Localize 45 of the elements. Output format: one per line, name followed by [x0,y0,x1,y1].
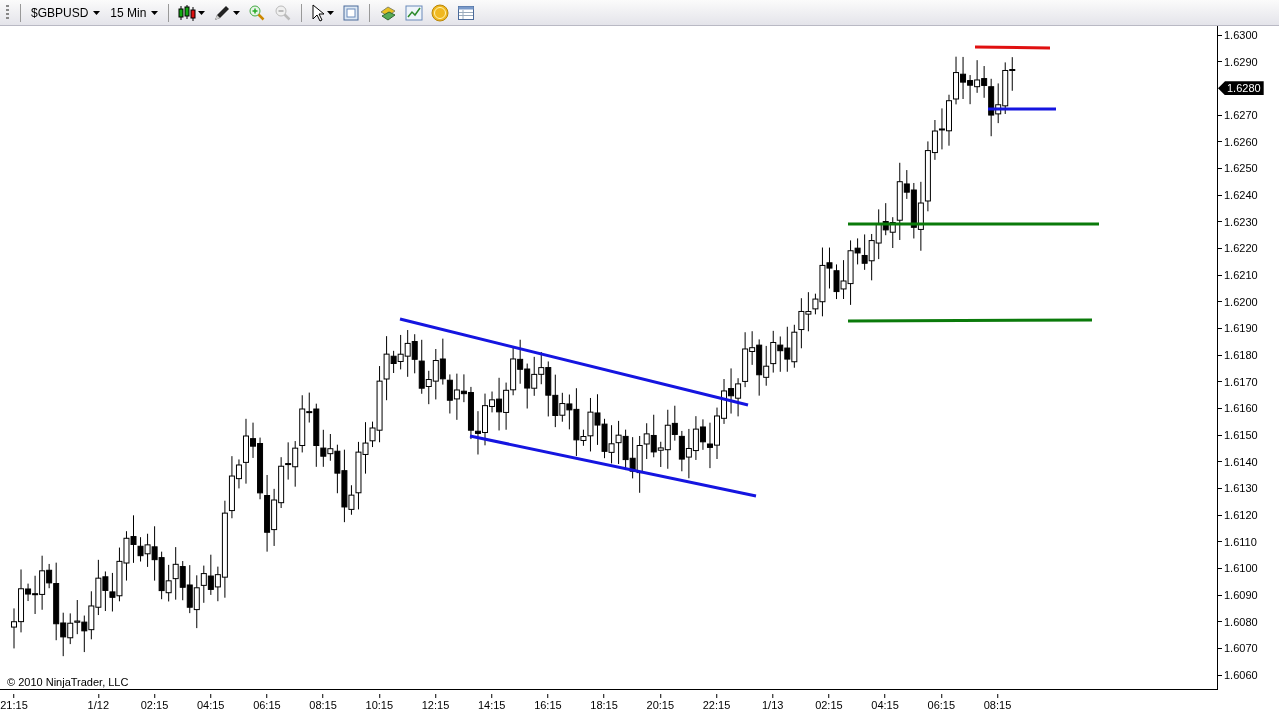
coin-icon [431,3,450,22]
grip-icon [6,4,9,21]
strategy-button[interactable] [429,2,452,23]
zoom-out-icon [274,3,293,22]
time-label: 08:15 [309,694,337,711]
time-label: 02:15 [140,694,169,711]
table-icon [457,3,476,22]
time-label: 18:15 [590,694,618,711]
time-label: 16:15 [534,694,562,711]
price-label: 1.6300 [1218,28,1258,42]
instrument-dropdown[interactable]: $GBPUSD [28,3,104,22]
time-label: 04:15 [196,694,225,711]
caret-icon [93,10,101,15]
price-label: 1.6240 [1218,188,1258,202]
time-label: 06:15 [927,694,956,711]
candlestick-icon [178,3,197,22]
price-label: 1.6210 [1218,268,1258,282]
time-label: 1/13 [762,694,784,711]
line-chart-icon [405,3,424,22]
caret-icon [198,10,206,15]
time-label: 22:15 [702,694,731,711]
time-label: 20:15 [646,694,675,711]
price-label: 1.6270 [1218,108,1258,122]
time-label: 14:15 [477,694,506,711]
time-label: 06:15 [253,694,281,711]
time-label: 08:15 [983,694,1012,711]
zoom-in-icon [248,3,267,22]
caret-icon [327,10,335,15]
time-label: 10:15 [365,694,394,711]
copyright-text: © 2010 NinjaTrader, LLC [7,676,129,688]
time-label: 04:15 [871,694,899,711]
caret-icon [233,10,241,15]
indicators-button[interactable] [403,2,426,23]
current-price-marker: 1.6280 [1218,81,1264,96]
window-icon [342,3,361,22]
chart-style-button[interactable] [176,2,208,23]
time-label: 21:15 [0,694,28,711]
time-label: 02:15 [815,694,843,711]
time-label: 1/12 [87,694,109,711]
interval-dropdown[interactable]: 15 Min [107,3,162,22]
pencil-icon [213,3,232,22]
time-label: 12:15 [421,694,450,711]
cursor-icon [311,3,326,22]
caret-icon [151,10,159,15]
cursor-button[interactable] [309,2,337,23]
